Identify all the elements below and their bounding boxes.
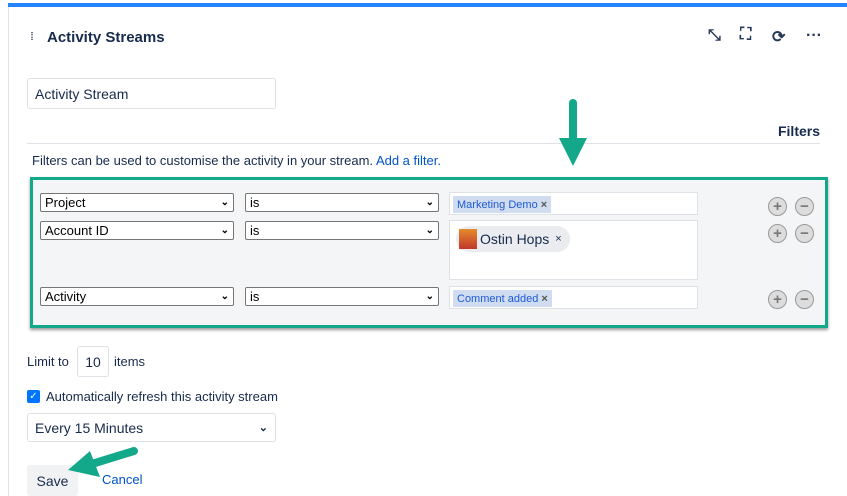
annotation-arrows — [68, 99, 587, 477]
down-arrow-annotation — [559, 99, 587, 166]
left-arrow-annotation — [68, 447, 138, 477]
